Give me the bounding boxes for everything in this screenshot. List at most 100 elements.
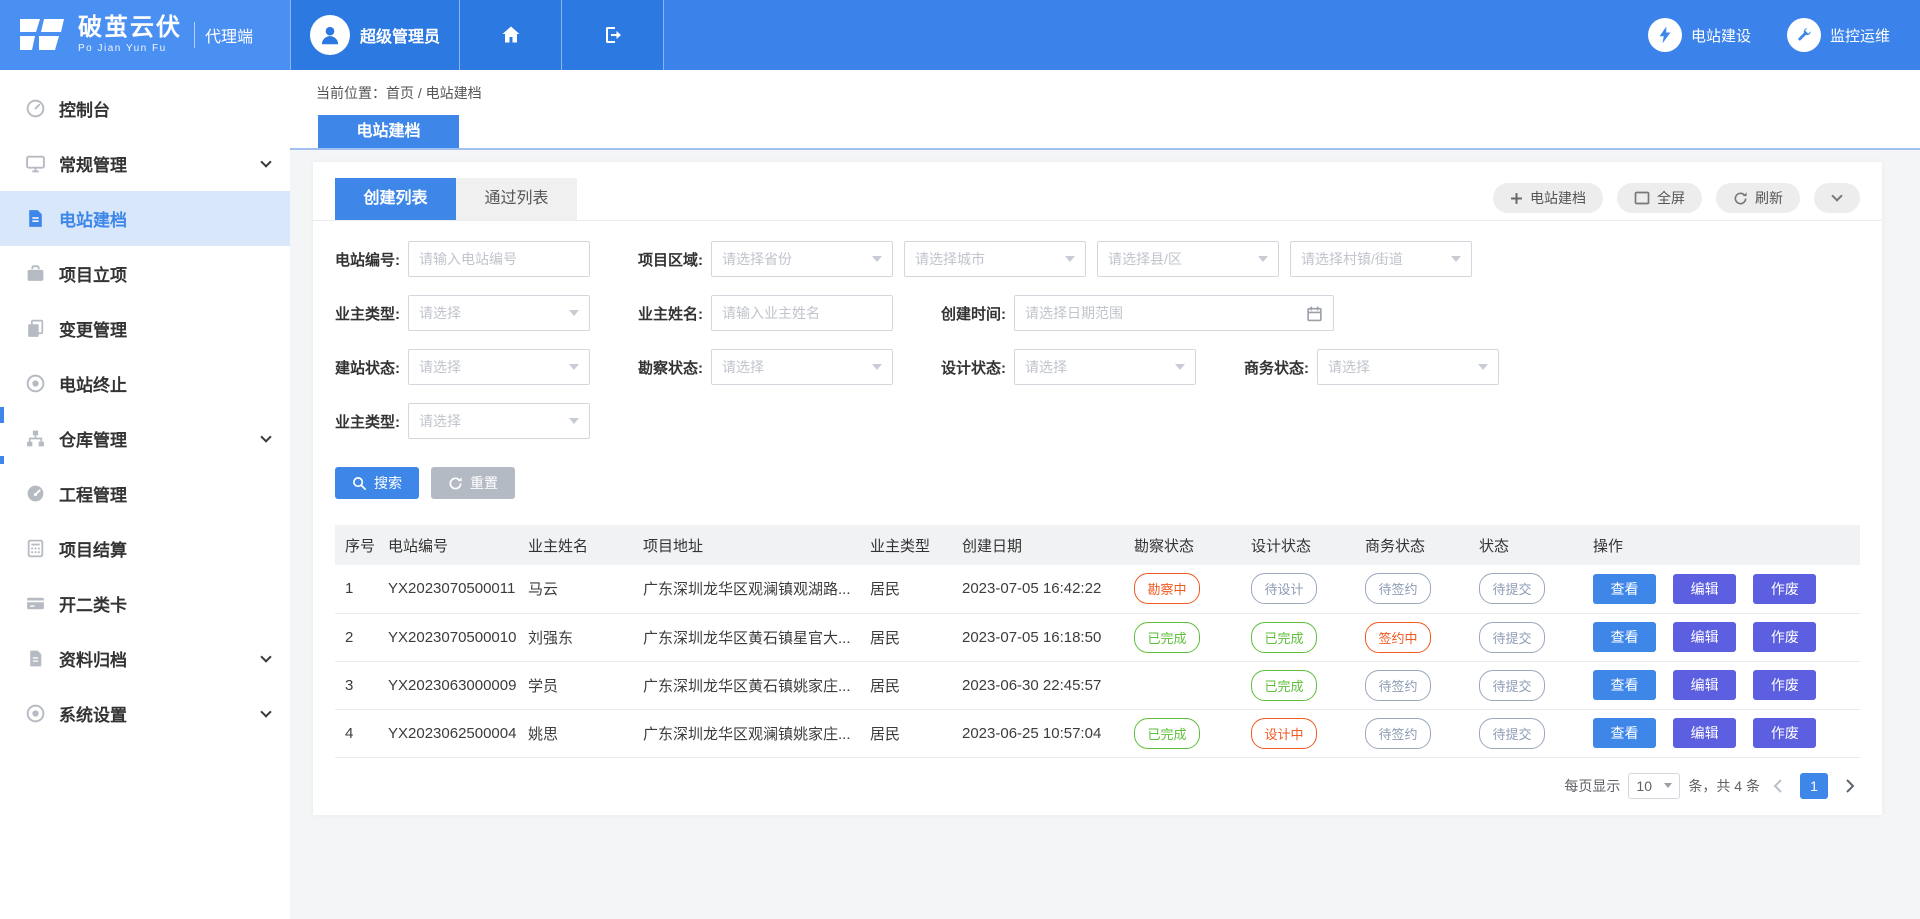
user-menu[interactable]: 超级管理员 bbox=[290, 0, 460, 70]
create-date: 2023-07-05 16:18:50 bbox=[954, 613, 1126, 661]
survey-status-badge: 已完成 bbox=[1134, 622, 1200, 653]
town-select[interactable]: 请选择村镇/街道 bbox=[1290, 241, 1472, 277]
edit-button[interactable]: 编辑 bbox=[1673, 718, 1736, 748]
page-size-value: 10 bbox=[1636, 778, 1652, 794]
sidebar-item-project-initiation[interactable]: 项目立项 bbox=[0, 246, 290, 301]
page-tab-station-archive[interactable]: 电站建档 bbox=[318, 115, 459, 148]
reset-button-label: 重置 bbox=[470, 473, 498, 493]
view-button[interactable]: 查看 bbox=[1593, 622, 1656, 652]
home-icon bbox=[499, 23, 523, 47]
col-header: 设计状态 bbox=[1243, 525, 1357, 565]
void-button[interactable]: 作废 bbox=[1753, 670, 1816, 700]
status-badge: 待提交 bbox=[1479, 718, 1545, 749]
reset-button[interactable]: 重置 bbox=[431, 467, 515, 499]
avatar bbox=[310, 15, 350, 55]
province-select[interactable]: 请选择省份 bbox=[711, 241, 893, 277]
owner-type-2-select[interactable]: 请选择 bbox=[408, 403, 590, 439]
sidebar-item-project-settlement[interactable]: 项目结算 bbox=[0, 521, 290, 576]
void-button[interactable]: 作废 bbox=[1753, 622, 1816, 652]
edit-button[interactable]: 编辑 bbox=[1673, 670, 1736, 700]
city-select[interactable]: 请选择城市 bbox=[904, 241, 1086, 277]
chevron-left-icon bbox=[1773, 779, 1783, 793]
create-time-label: 创建时间: bbox=[941, 303, 1009, 324]
filter-row-3: 建站状态: 请选择 勘察状态: 请选择 设计状态: 请选择 商务状态: 请选择 bbox=[335, 349, 1860, 385]
document-icon bbox=[25, 208, 46, 229]
module-station-build[interactable]: 电站建设 bbox=[1648, 18, 1751, 52]
next-page-button[interactable] bbox=[1840, 773, 1860, 799]
filter-row-1: 电站编号: 项目区域: 请选择省份 请选择城市 请选择县/区 请选择村镇/街道 bbox=[335, 241, 1860, 277]
top-bar: 破茧云伏 Po Jian Yun Fu 代理端 超级管理员 bbox=[0, 0, 1920, 70]
county-select[interactable]: 请选择县/区 bbox=[1097, 241, 1279, 277]
main-header: 当前位置：首页 / 电站建档 电站建档 bbox=[290, 70, 1920, 150]
page-size-select[interactable]: 10 bbox=[1628, 773, 1680, 799]
filter-row-4: 业主类型: 请选择 bbox=[335, 403, 1860, 439]
caret-down-icon bbox=[1451, 256, 1461, 262]
create-station-button[interactable]: 电站建档 bbox=[1493, 183, 1603, 213]
city-placeholder: 请选择城市 bbox=[915, 249, 985, 269]
prev-page-button[interactable] bbox=[1768, 773, 1788, 799]
sidebar-item-warehouse-mgmt[interactable]: 仓库管理 bbox=[0, 411, 290, 466]
owner-name-input[interactable] bbox=[711, 295, 893, 331]
business-status-placeholder: 请选择 bbox=[1328, 357, 1370, 377]
target-icon bbox=[25, 703, 46, 724]
sidebar-item-data-archive[interactable]: 资料归档 bbox=[0, 631, 290, 686]
reset-icon bbox=[448, 476, 463, 491]
module-monitor-ops[interactable]: 监控运维 bbox=[1787, 18, 1890, 52]
sidebar-item-station-termination[interactable]: 电站终止 bbox=[0, 356, 290, 411]
search-button[interactable]: 搜索 bbox=[335, 467, 419, 499]
void-button[interactable]: 作废 bbox=[1753, 718, 1816, 748]
business-status-label: 商务状态: bbox=[1244, 357, 1312, 378]
field-owner-type: 业主类型: 请选择 bbox=[335, 295, 590, 331]
business-status-select[interactable]: 请选择 bbox=[1317, 349, 1499, 385]
survey-status-select[interactable]: 请选择 bbox=[711, 349, 893, 385]
void-button[interactable]: 作废 bbox=[1753, 574, 1816, 604]
edit-button[interactable]: 编辑 bbox=[1673, 622, 1736, 652]
owner-type-select[interactable]: 请选择 bbox=[408, 295, 590, 331]
brand-text: 破茧云伏 Po Jian Yun Fu bbox=[78, 16, 182, 54]
view-button[interactable]: 查看 bbox=[1593, 670, 1656, 700]
station-no-label: 电站编号: bbox=[335, 249, 403, 270]
date-range-picker[interactable]: 请选择日期范围 bbox=[1014, 295, 1334, 331]
row-index: 4 bbox=[335, 709, 380, 757]
col-header: 状态 bbox=[1471, 525, 1585, 565]
station-no-input[interactable] bbox=[408, 241, 590, 277]
filter-form: 电站编号: 项目区域: 请选择省份 请选择城市 请选择县/区 请选择村镇/街道 … bbox=[313, 241, 1882, 439]
col-header: 序号 bbox=[335, 525, 380, 565]
sidebar-item-type2-card[interactable]: 开二类卡 bbox=[0, 576, 290, 631]
design-status-label: 设计状态: bbox=[941, 357, 1009, 378]
view-button[interactable]: 查看 bbox=[1593, 718, 1656, 748]
card-icon bbox=[25, 593, 46, 614]
sitemap-icon bbox=[25, 428, 46, 449]
sidebar-item-label: 电站建档 bbox=[59, 206, 127, 231]
record-icon bbox=[25, 373, 46, 394]
sidebar-scroll-indicator bbox=[0, 456, 4, 464]
sidebar-item-label: 常规管理 bbox=[59, 151, 127, 176]
list-tabs: 创建列表 通过列表 bbox=[335, 178, 577, 220]
collapse-panel-button[interactable] bbox=[1814, 183, 1860, 213]
sidebar-item-engineering-mgmt[interactable]: 工程管理 bbox=[0, 466, 290, 521]
refresh-button[interactable]: 刷新 bbox=[1716, 183, 1800, 213]
tab-create-list[interactable]: 创建列表 bbox=[335, 178, 456, 220]
current-page[interactable]: 1 bbox=[1800, 773, 1828, 799]
sidebar-item-label: 项目立项 bbox=[59, 261, 127, 286]
list-tab-row: 创建列表 通过列表 电站建档 全屏 刷新 bbox=[313, 162, 1882, 221]
sidebar-item-station-archive[interactable]: 电站建档 bbox=[0, 191, 290, 246]
design-status-select[interactable]: 请选择 bbox=[1014, 349, 1196, 385]
col-header: 勘察状态 bbox=[1126, 525, 1243, 565]
design-status-badge: 已完成 bbox=[1251, 670, 1317, 701]
home-button[interactable] bbox=[460, 0, 562, 70]
sidebar-item-console[interactable]: 控制台 bbox=[0, 81, 290, 136]
file-icon bbox=[25, 648, 46, 669]
tab-passed-list[interactable]: 通过列表 bbox=[456, 178, 577, 220]
logout-button[interactable] bbox=[562, 0, 664, 70]
owner-name: 学员 bbox=[520, 661, 635, 709]
row-index: 2 bbox=[335, 613, 380, 661]
sidebar-item-change-mgmt[interactable]: 变更管理 bbox=[0, 301, 290, 356]
build-status-select[interactable]: 请选择 bbox=[408, 349, 590, 385]
sidebar-item-system-settings[interactable]: 系统设置 bbox=[0, 686, 290, 741]
owner-type: 居民 bbox=[862, 709, 954, 757]
view-button[interactable]: 查看 bbox=[1593, 574, 1656, 604]
edit-button[interactable]: 编辑 bbox=[1673, 574, 1736, 604]
fullscreen-button[interactable]: 全屏 bbox=[1617, 183, 1702, 213]
sidebar-item-general-mgmt[interactable]: 常规管理 bbox=[0, 136, 290, 191]
